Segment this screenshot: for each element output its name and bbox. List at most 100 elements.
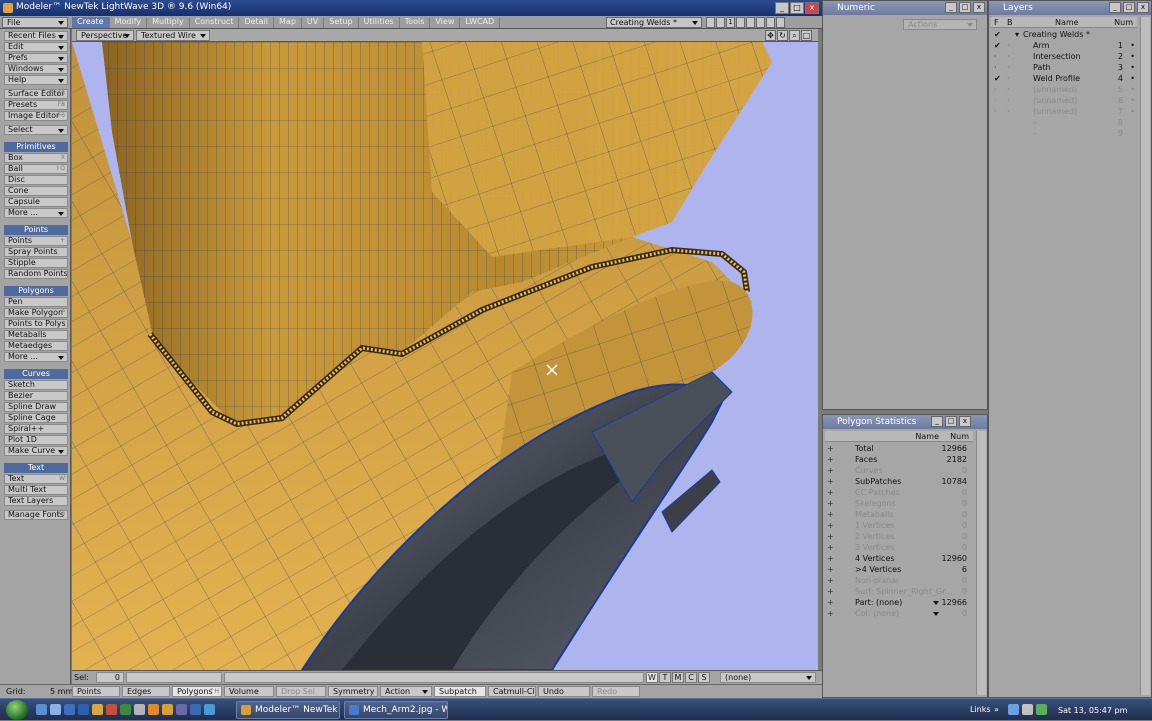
- tool-sketch[interactable]: Sketch: [4, 380, 68, 390]
- minimize-button[interactable]: _: [775, 2, 789, 14]
- tool-disc-2[interactable]: Disc: [4, 175, 68, 185]
- numeric-maximize-button[interactable]: □: [959, 2, 971, 13]
- plus-icon[interactable]: +: [827, 465, 834, 476]
- tool-edit[interactable]: Edit: [4, 42, 68, 52]
- layer-foreground-toggle[interactable]: ✔: [994, 40, 1001, 51]
- tool-cone-3[interactable]: Cone: [4, 186, 68, 196]
- tool-plot-1d[interactable]: Plot 1D: [4, 435, 68, 445]
- tool-points[interactable]: Points +: [4, 236, 68, 246]
- tool-random-points[interactable]: Random Points: [4, 269, 68, 279]
- plus-icon[interactable]: +: [827, 564, 834, 575]
- plus-icon[interactable]: +: [827, 597, 834, 608]
- bottom-undo-button[interactable]: Undo: [538, 686, 590, 697]
- layout-single-icon[interactable]: [706, 17, 715, 28]
- bottom-drop-sel-button[interactable]: Drop Sel: [276, 686, 326, 697]
- bottom-subpatch-button[interactable]: Subpatch: [434, 686, 486, 697]
- tool-more-poly[interactable]: More ...: [4, 352, 68, 362]
- tray-app-icon[interactable]: [1036, 704, 1047, 715]
- plus-icon[interactable]: +: [827, 608, 834, 619]
- numeric-minimize-button[interactable]: _: [945, 2, 957, 13]
- layout-tall-icon[interactable]: [756, 17, 765, 28]
- layer-foreground-toggle[interactable]: ·: [994, 84, 997, 95]
- tool-metaballs-poly[interactable]: Metaballs: [4, 330, 68, 340]
- plus-icon[interactable]: +: [827, 542, 834, 553]
- stat-row-non-planar[interactable]: + Non-planar 0: [825, 575, 973, 586]
- tool-box-0[interactable]: Box X: [4, 153, 68, 163]
- maximize-viewport-icon[interactable]: □: [801, 30, 812, 41]
- tab-setup[interactable]: Setup: [324, 16, 359, 28]
- stat-row-4-vertices[interactable]: + >4 Vertices 6: [825, 564, 973, 575]
- app5-icon[interactable]: [190, 704, 201, 715]
- part-select[interactable]: (none): [720, 672, 816, 683]
- layer-background-toggle[interactable]: ·: [1007, 95, 1010, 106]
- polystats-scrollbar[interactable]: [976, 431, 986, 695]
- tab-detail[interactable]: Detail: [239, 16, 275, 28]
- tool-make-curve[interactable]: Make Curve: [4, 446, 68, 456]
- mode-toggle-c[interactable]: C: [685, 672, 697, 683]
- tab-construct[interactable]: Construct: [190, 16, 240, 28]
- tool-prefs[interactable]: Prefs: [4, 53, 68, 63]
- stat-row-3-vertices[interactable]: +3 Vertices 0: [825, 542, 973, 553]
- page-number[interactable]: 1: [726, 17, 735, 28]
- plus-icon[interactable]: +: [827, 476, 834, 487]
- layer-foreground-toggle[interactable]: ·: [994, 106, 997, 117]
- stat-row-1-vertices[interactable]: +1 Vertices 0: [825, 520, 973, 531]
- layer-background-toggle[interactable]: ·: [1007, 73, 1010, 84]
- layers-close-button[interactable]: x: [1137, 2, 1149, 13]
- polystats-maximize-button[interactable]: □: [945, 416, 957, 427]
- stat-row-2-vertices[interactable]: +2 Vertices 0: [825, 531, 973, 542]
- bottom-action-button[interactable]: Action: [380, 686, 432, 697]
- stat-row-skelegons[interactable]: + Skelegons 0: [825, 498, 973, 509]
- stat-row-col-none[interactable]: + Col: (none) 0: [825, 608, 973, 619]
- tool-select[interactable]: Select: [4, 125, 68, 135]
- stat-row-faces[interactable]: + Faces 2182: [825, 454, 973, 465]
- expand-icon[interactable]: »: [994, 705, 999, 714]
- mode-selector[interactable]: Creating Welds *: [606, 17, 702, 28]
- tool-bezier[interactable]: Bezier: [4, 391, 68, 401]
- tab-view[interactable]: View: [430, 16, 461, 28]
- tab-create[interactable]: Create: [72, 16, 110, 28]
- mode-toggle-s[interactable]: S: [698, 672, 710, 683]
- layer-background-toggle[interactable]: ·: [1007, 62, 1010, 73]
- folder-icon[interactable]: [92, 704, 103, 715]
- layout-split-icon[interactable]: [716, 17, 725, 28]
- tool-pen-poly[interactable]: Pen: [4, 297, 68, 307]
- task-modeler[interactable]: Modeler™ NewTek ...: [236, 701, 340, 719]
- tab-multiply[interactable]: Multiply: [147, 16, 190, 28]
- stat-row-4-vertices[interactable]: +4 Vertices 12960: [825, 553, 973, 564]
- tab-tools[interactable]: Tools: [400, 16, 431, 28]
- polystats-minimize-button[interactable]: _: [931, 416, 943, 427]
- app3-icon[interactable]: [134, 704, 145, 715]
- plus-icon[interactable]: +: [827, 553, 834, 564]
- tool-image-editor[interactable]: Image Editor F6: [4, 111, 68, 121]
- layers-minimize-button[interactable]: _: [1109, 2, 1121, 13]
- rotate-view-icon[interactable]: ↻: [777, 30, 788, 41]
- numeric-close-button[interactable]: x: [973, 2, 985, 13]
- plus-icon[interactable]: +: [827, 509, 834, 520]
- task-image-viewer[interactable]: Mech_Arm2.jpg - W...: [344, 701, 448, 719]
- layer-background-toggle[interactable]: ·: [1007, 40, 1010, 51]
- layer-background-toggle[interactable]: ·: [1007, 84, 1010, 95]
- app-icon[interactable]: [106, 704, 117, 715]
- firefox-icon[interactable]: [148, 704, 159, 715]
- numeric-actions-select[interactable]: Actions: [903, 19, 977, 30]
- layer-row[interactable]: · · (unnamed) 6 •: [991, 95, 1137, 106]
- layout-wide-icon[interactable]: [746, 17, 755, 28]
- tool-recent-files[interactable]: Recent Files ..: [4, 31, 68, 41]
- stat-row-total[interactable]: + Total 12966: [825, 443, 973, 454]
- stat-row-part-none[interactable]: + Part: (none) 12966: [825, 597, 973, 608]
- bottom-volume-button[interactable]: Volume: [224, 686, 274, 697]
- plus-icon[interactable]: +: [827, 520, 834, 531]
- tool-spiral[interactable]: Spiral++: [4, 424, 68, 434]
- ie-icon[interactable]: [78, 704, 89, 715]
- tool-presets[interactable]: Presets F8: [4, 100, 68, 110]
- plus-icon[interactable]: +: [827, 531, 834, 542]
- 3d-viewport[interactable]: [72, 42, 818, 670]
- tab-lwcad[interactable]: LWCAD: [460, 16, 501, 28]
- layer-row[interactable]: · · Path 3 •: [991, 62, 1137, 73]
- layer-foreground-toggle[interactable]: ·: [994, 95, 997, 106]
- bottom-redo-button[interactable]: Redo: [592, 686, 640, 697]
- mode-toggle-m[interactable]: M: [672, 672, 684, 683]
- plus-icon[interactable]: +: [827, 498, 834, 509]
- polystats-close-button[interactable]: x: [959, 416, 971, 427]
